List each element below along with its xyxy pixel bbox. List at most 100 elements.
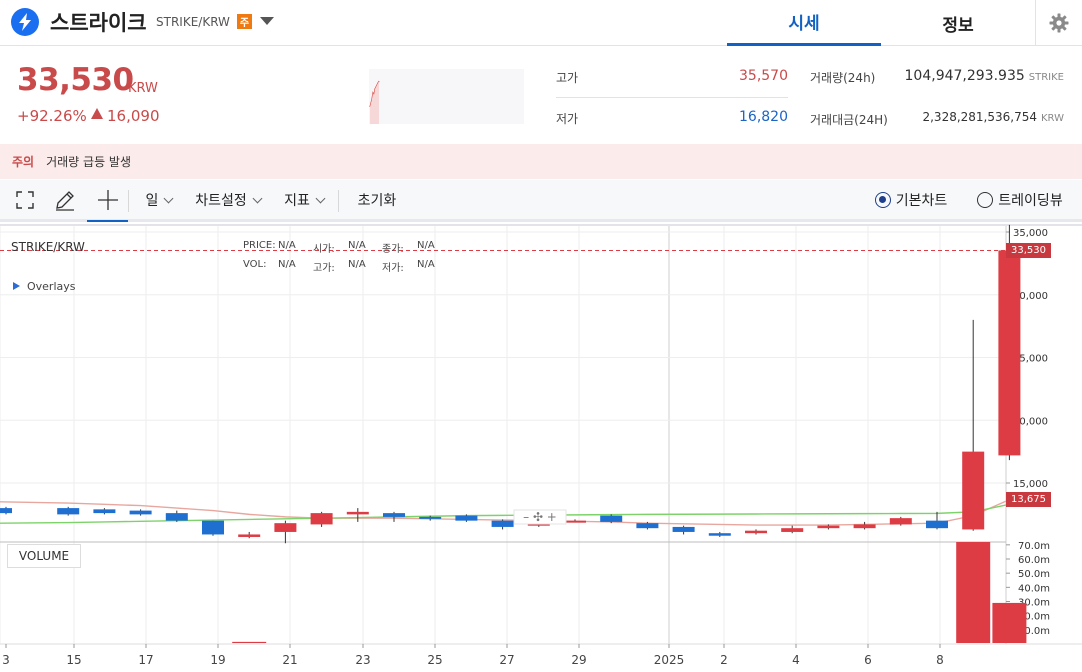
tab-info[interactable]: 정보 [881,0,1035,46]
candle-up [781,528,804,532]
candle-up [564,520,586,523]
coin-dropdown-icon[interactable] [260,17,274,25]
x-axis-label: 6 [864,653,872,667]
pencil-icon [56,191,74,211]
expand-triangle-icon [13,282,20,290]
warning-badge: 주 [237,14,252,29]
basic-chart-radio[interactable]: 기본차트 [866,180,956,220]
fullscreen-icon [16,191,34,209]
candle-up [310,513,333,525]
indicators-select[interactable]: 지표 [276,180,332,220]
crosshair-marker-icon: – ✣ + [523,510,557,524]
change-percent: +92.26% [17,107,87,125]
chevron-down-icon [315,193,326,203]
tradingview-radio[interactable]: 트레이딩뷰 [968,180,1072,220]
x-axis-label: 4 [792,653,800,667]
price-axis-label: 35,000 [1013,228,1048,239]
fullscreen-button[interactable] [4,180,46,220]
up-arrow-icon [91,108,103,119]
stats-divider [556,97,788,98]
chart-canvas[interactable]: 35,00030,00025,00020,00015,00070.0m60.0m… [0,224,1082,672]
chevron-down-icon [252,193,263,203]
candle-up [346,511,369,515]
coin-pair: STRIKE/KRW [156,15,230,29]
close-label: 종가: [382,244,404,255]
volume-24h-label: 거래량(24h) [810,71,876,85]
candle-down [93,509,116,514]
candle-down [672,526,695,532]
volume-bar [232,641,267,643]
coin-name: 스트라이크 [50,11,147,35]
low-value: 16,820 [739,109,788,125]
open-label: 시가: [313,244,335,255]
volume-axis-label: 40.0m [1018,583,1050,594]
low-label: 저가: [382,263,404,274]
candle-down [926,520,948,529]
volume-axis-label: 50.0m [1018,569,1050,580]
x-axis-label: 3 [2,653,10,667]
reset-button[interactable]: 초기화 [350,180,404,220]
amount-24h-label: 거래대금(24H) [810,113,888,127]
candle-up [745,530,767,534]
chart-settings-select[interactable]: 차트설정 [186,180,270,220]
change-amount: 16,090 [107,107,160,125]
radio-selected-icon [874,192,891,208]
price-unit: KRW [128,81,158,96]
volume-24h-value: 104,947,293.935 STRIKE [904,68,1064,84]
open-value: N/A [348,240,366,251]
x-axis-label: 2 [720,653,728,667]
x-axis-label: 19 [210,653,225,667]
chevron-down-icon [163,193,174,203]
crosshair-icon [97,190,118,210]
price-value: N/A [278,240,296,251]
draw-button[interactable] [44,180,86,220]
candle-up [962,451,985,530]
high-value: N/A [348,259,366,270]
app: 스트라이크 STRIKE/KRW 주 시세 정보 33,530 KRW +92.… [0,0,1082,672]
close-value: N/A [417,240,435,251]
vol-value: N/A [278,259,296,270]
vol-label: VOL: [243,259,267,270]
candle-down [165,513,188,521]
toolbar-divider [338,190,339,212]
candle-down [0,508,12,514]
volume-axis-label: 60.0m [1018,555,1050,566]
price-chart[interactable]: 35,000 30,000 25,000 20,000 15,000 70.0m 60.0m… [0,224,1082,672]
candle-down [491,520,514,527]
candle-up [889,518,912,525]
candle-down [455,515,478,521]
high-value: 35,570 [739,68,788,84]
radio-unselected-icon [977,192,994,208]
overlays-toggle[interactable]: Overlays [13,280,76,293]
settings-button[interactable] [1035,0,1082,46]
candle-up [238,534,261,537]
x-axis-label: 15 [66,653,81,667]
x-axis-label: 27 [499,653,514,667]
volume-bar [956,542,991,643]
toolbar-divider [128,190,129,212]
current-price: 33,530 [17,62,134,98]
volume-bar [992,602,1027,643]
candle-down [419,516,442,519]
price-label: PRICE: [243,240,276,251]
candle-up [817,525,840,529]
gear-icon [1049,13,1069,33]
low-value: N/A [417,259,435,270]
current-price-tag: 33,530 [1006,242,1051,258]
x-axis-label: 21 [282,653,297,667]
volume-pane-label: VOLUME [7,544,81,568]
mini-chart [369,69,524,124]
period-select[interactable]: 일 [138,180,180,220]
candle-down [636,523,659,529]
candle-down [383,513,405,517]
ma-price-tag: 13,675 [1006,492,1051,508]
candle-down [57,508,80,515]
candle-down [708,533,731,536]
tab-quote[interactable]: 시세 [727,0,881,46]
amount-24h-value: 2,328,281,536,754 KRW [922,110,1064,124]
notice-tag: 주의 [12,155,35,169]
low-label: 저가 [556,112,579,126]
candle-down [600,515,623,522]
chart-pair-label: STRIKE/KRW [11,240,85,254]
crosshair-button[interactable] [87,180,128,222]
